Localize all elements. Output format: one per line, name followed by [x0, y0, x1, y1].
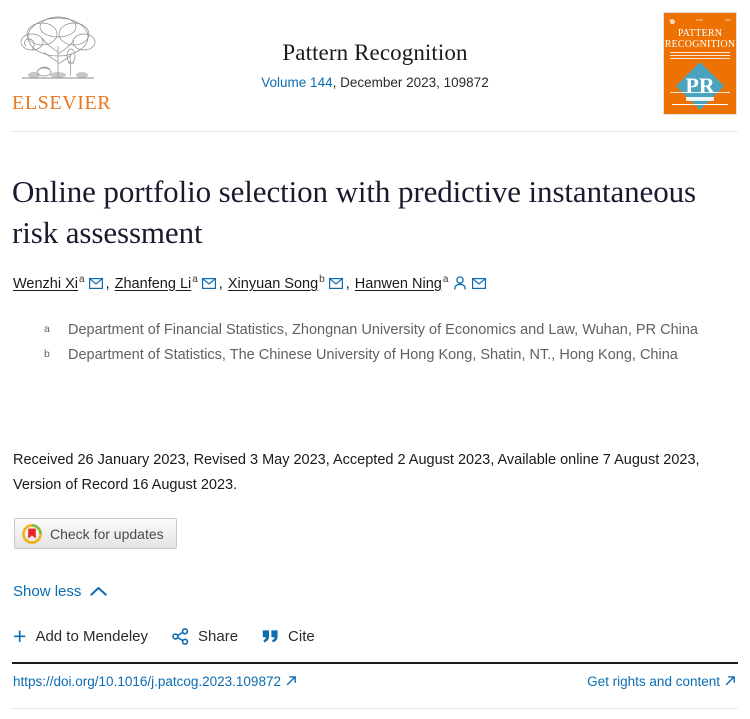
share-button[interactable]: Share [172, 628, 238, 645]
affiliation-item: a Department of Financial Statistics, Zh… [44, 318, 724, 343]
author-separator: , [345, 275, 350, 292]
author-affiliation-mark: b [319, 274, 325, 285]
author-list: Wenzhi Xia, Zhanfeng Lia, Xinyuan Songb,… [13, 270, 488, 294]
author-separator: , [105, 275, 110, 292]
issue-meta-text: , December 2023, 109872 [332, 75, 489, 90]
journal-title: Pattern Recognition [282, 40, 468, 65]
affiliation-mark: a [44, 323, 50, 335]
author-name[interactable]: Hanwen Ning [355, 276, 442, 292]
page-bottom-divider [12, 708, 738, 709]
quote-icon [262, 629, 279, 644]
cite-label: Cite [288, 628, 315, 645]
header-divider [12, 131, 738, 132]
author-entry: Hanwen Ninga [355, 274, 489, 292]
check-for-updates-label: Check for updates [50, 525, 164, 542]
cover-subtitle-lines [670, 52, 730, 59]
publication-dates: Received 26 January 2023, Revised 3 May … [13, 452, 700, 493]
elsevier-wordmark: ELSEVIER [12, 92, 112, 114]
check-for-updates-button[interactable]: Check for updates [14, 518, 177, 549]
author-affiliation-mark: a [79, 274, 85, 285]
author-separator: , [218, 275, 223, 292]
author-affiliation-mark: a [192, 274, 198, 285]
journal-header: ELSEVIER Pattern Recognition Volume 144,… [0, 0, 750, 118]
external-link-icon [286, 676, 296, 686]
add-to-mendeley-label: Add to Mendeley [35, 628, 149, 645]
affiliation-item: b Department of Statistics, The Chinese … [44, 343, 724, 368]
article-action-bar: + Add to Mendeley Share Cite [13, 623, 339, 649]
show-less-toggle[interactable]: Show less [13, 583, 108, 600]
footer-link-row: https://doi.org/10.1016/j.patcog.2023.10… [13, 674, 736, 689]
author-name[interactable]: Xinyuan Song [228, 276, 318, 292]
author-name[interactable]: Wenzhi Xi [13, 276, 78, 292]
cover-foot-rule [672, 104, 728, 105]
cover-top-strip: Vol. ISSN 2023 [669, 18, 731, 22]
doi-link-text: https://doi.org/10.1016/j.patcog.2023.10… [13, 674, 281, 689]
cover-title-line2: RECOGNITION [664, 39, 736, 50]
affiliation-mark: b [44, 348, 50, 360]
volume-link[interactable]: Volume 144 [261, 75, 332, 90]
cover-foot-box [686, 97, 714, 101]
affiliation-list: a Department of Financial Statistics, Zh… [44, 318, 724, 368]
external-link-icon [725, 676, 735, 686]
person-icon[interactable] [453, 276, 467, 290]
author-affiliation-mark: a [442, 274, 449, 285]
email-icon[interactable] [328, 277, 343, 289]
plus-icon: + [13, 623, 27, 649]
author-entry: Zhanfeng Lia, [115, 274, 224, 292]
email-icon[interactable] [201, 277, 216, 289]
affiliation-text: Department of Statistics, The Chinese Un… [68, 347, 678, 363]
author-entry: Xinyuan Songb, [228, 274, 351, 292]
cover-title-line1: PATTERN [677, 28, 723, 39]
chevron-up-icon [90, 587, 108, 596]
add-to-mendeley-button[interactable]: + Add to Mendeley [13, 623, 149, 649]
cite-button[interactable]: Cite [262, 628, 315, 645]
crossmark-icon [22, 523, 42, 544]
get-rights-label: Get rights and content [587, 674, 720, 689]
author-name[interactable]: Zhanfeng Li [115, 276, 192, 292]
page-title: Online portfolio selection with predicti… [12, 173, 696, 250]
footer-divider [12, 662, 738, 664]
journal-info: Pattern Recognition Volume 144, December… [160, 40, 590, 90]
get-rights-and-content-link[interactable]: Get rights and content [587, 674, 736, 689]
share-label: Share [198, 628, 239, 645]
affiliation-text: Department of Financial Statistics, Zhon… [68, 322, 698, 338]
show-less-label: Show less [13, 583, 82, 600]
journal-cover-image[interactable]: Vol. ISSN 2023 PATTERN RECOGNITION PR [663, 12, 737, 115]
email-icon[interactable] [472, 277, 487, 289]
journal-issue-meta: Volume 144, December 2023, 109872 [160, 75, 590, 90]
author-entry: Wenzhi Xia, [13, 274, 111, 292]
email-icon[interactable] [88, 277, 103, 289]
cover-title: PATTERN RECOGNITION [664, 28, 736, 50]
elsevier-logo[interactable]: ELSEVIER [12, 12, 112, 115]
doi-link[interactable]: https://doi.org/10.1016/j.patcog.2023.10… [13, 674, 297, 689]
elsevier-tree-icon [20, 16, 96, 79]
article-page: ELSEVIER Pattern Recognition Volume 144,… [0, 0, 750, 719]
share-nodes-icon [172, 628, 189, 645]
cover-footnote-lines [670, 92, 730, 95]
